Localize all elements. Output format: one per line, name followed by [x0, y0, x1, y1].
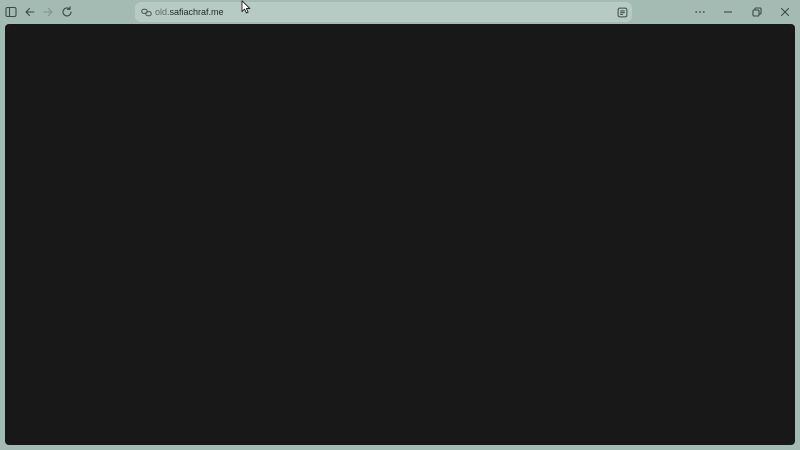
url-text[interactable]: old.safiachraf.me [155, 6, 224, 18]
more-options-button[interactable] [690, 2, 710, 22]
reload-button[interactable] [57, 2, 77, 22]
forward-button[interactable] [38, 2, 58, 22]
arrow-right-icon [42, 6, 54, 18]
address-bar[interactable]: old.safiachraf.me [135, 2, 632, 22]
browser-toolbar: old.safiachraf.me [0, 0, 800, 24]
reload-icon [61, 6, 73, 18]
url-domain: safiachraf.me [169, 7, 224, 17]
more-dots-icon [694, 6, 706, 18]
reader-mode-icon[interactable] [615, 5, 629, 19]
page-content[interactable] [5, 24, 795, 445]
restore-icon [751, 6, 763, 18]
restore-button[interactable] [747, 2, 767, 22]
close-button[interactable] [775, 2, 795, 22]
close-icon [779, 6, 791, 18]
sidebar-toggle-button[interactable] [1, 2, 21, 22]
browser-window: old.safiachraf.me [0, 0, 800, 450]
arrow-left-icon [24, 6, 36, 18]
sidebar-toggle-icon [5, 6, 17, 18]
minimize-icon [722, 6, 734, 18]
site-settings-icon[interactable] [139, 5, 153, 19]
back-button[interactable] [20, 2, 40, 22]
minimize-button[interactable] [718, 2, 738, 22]
url-subdomain: old. [155, 7, 170, 17]
